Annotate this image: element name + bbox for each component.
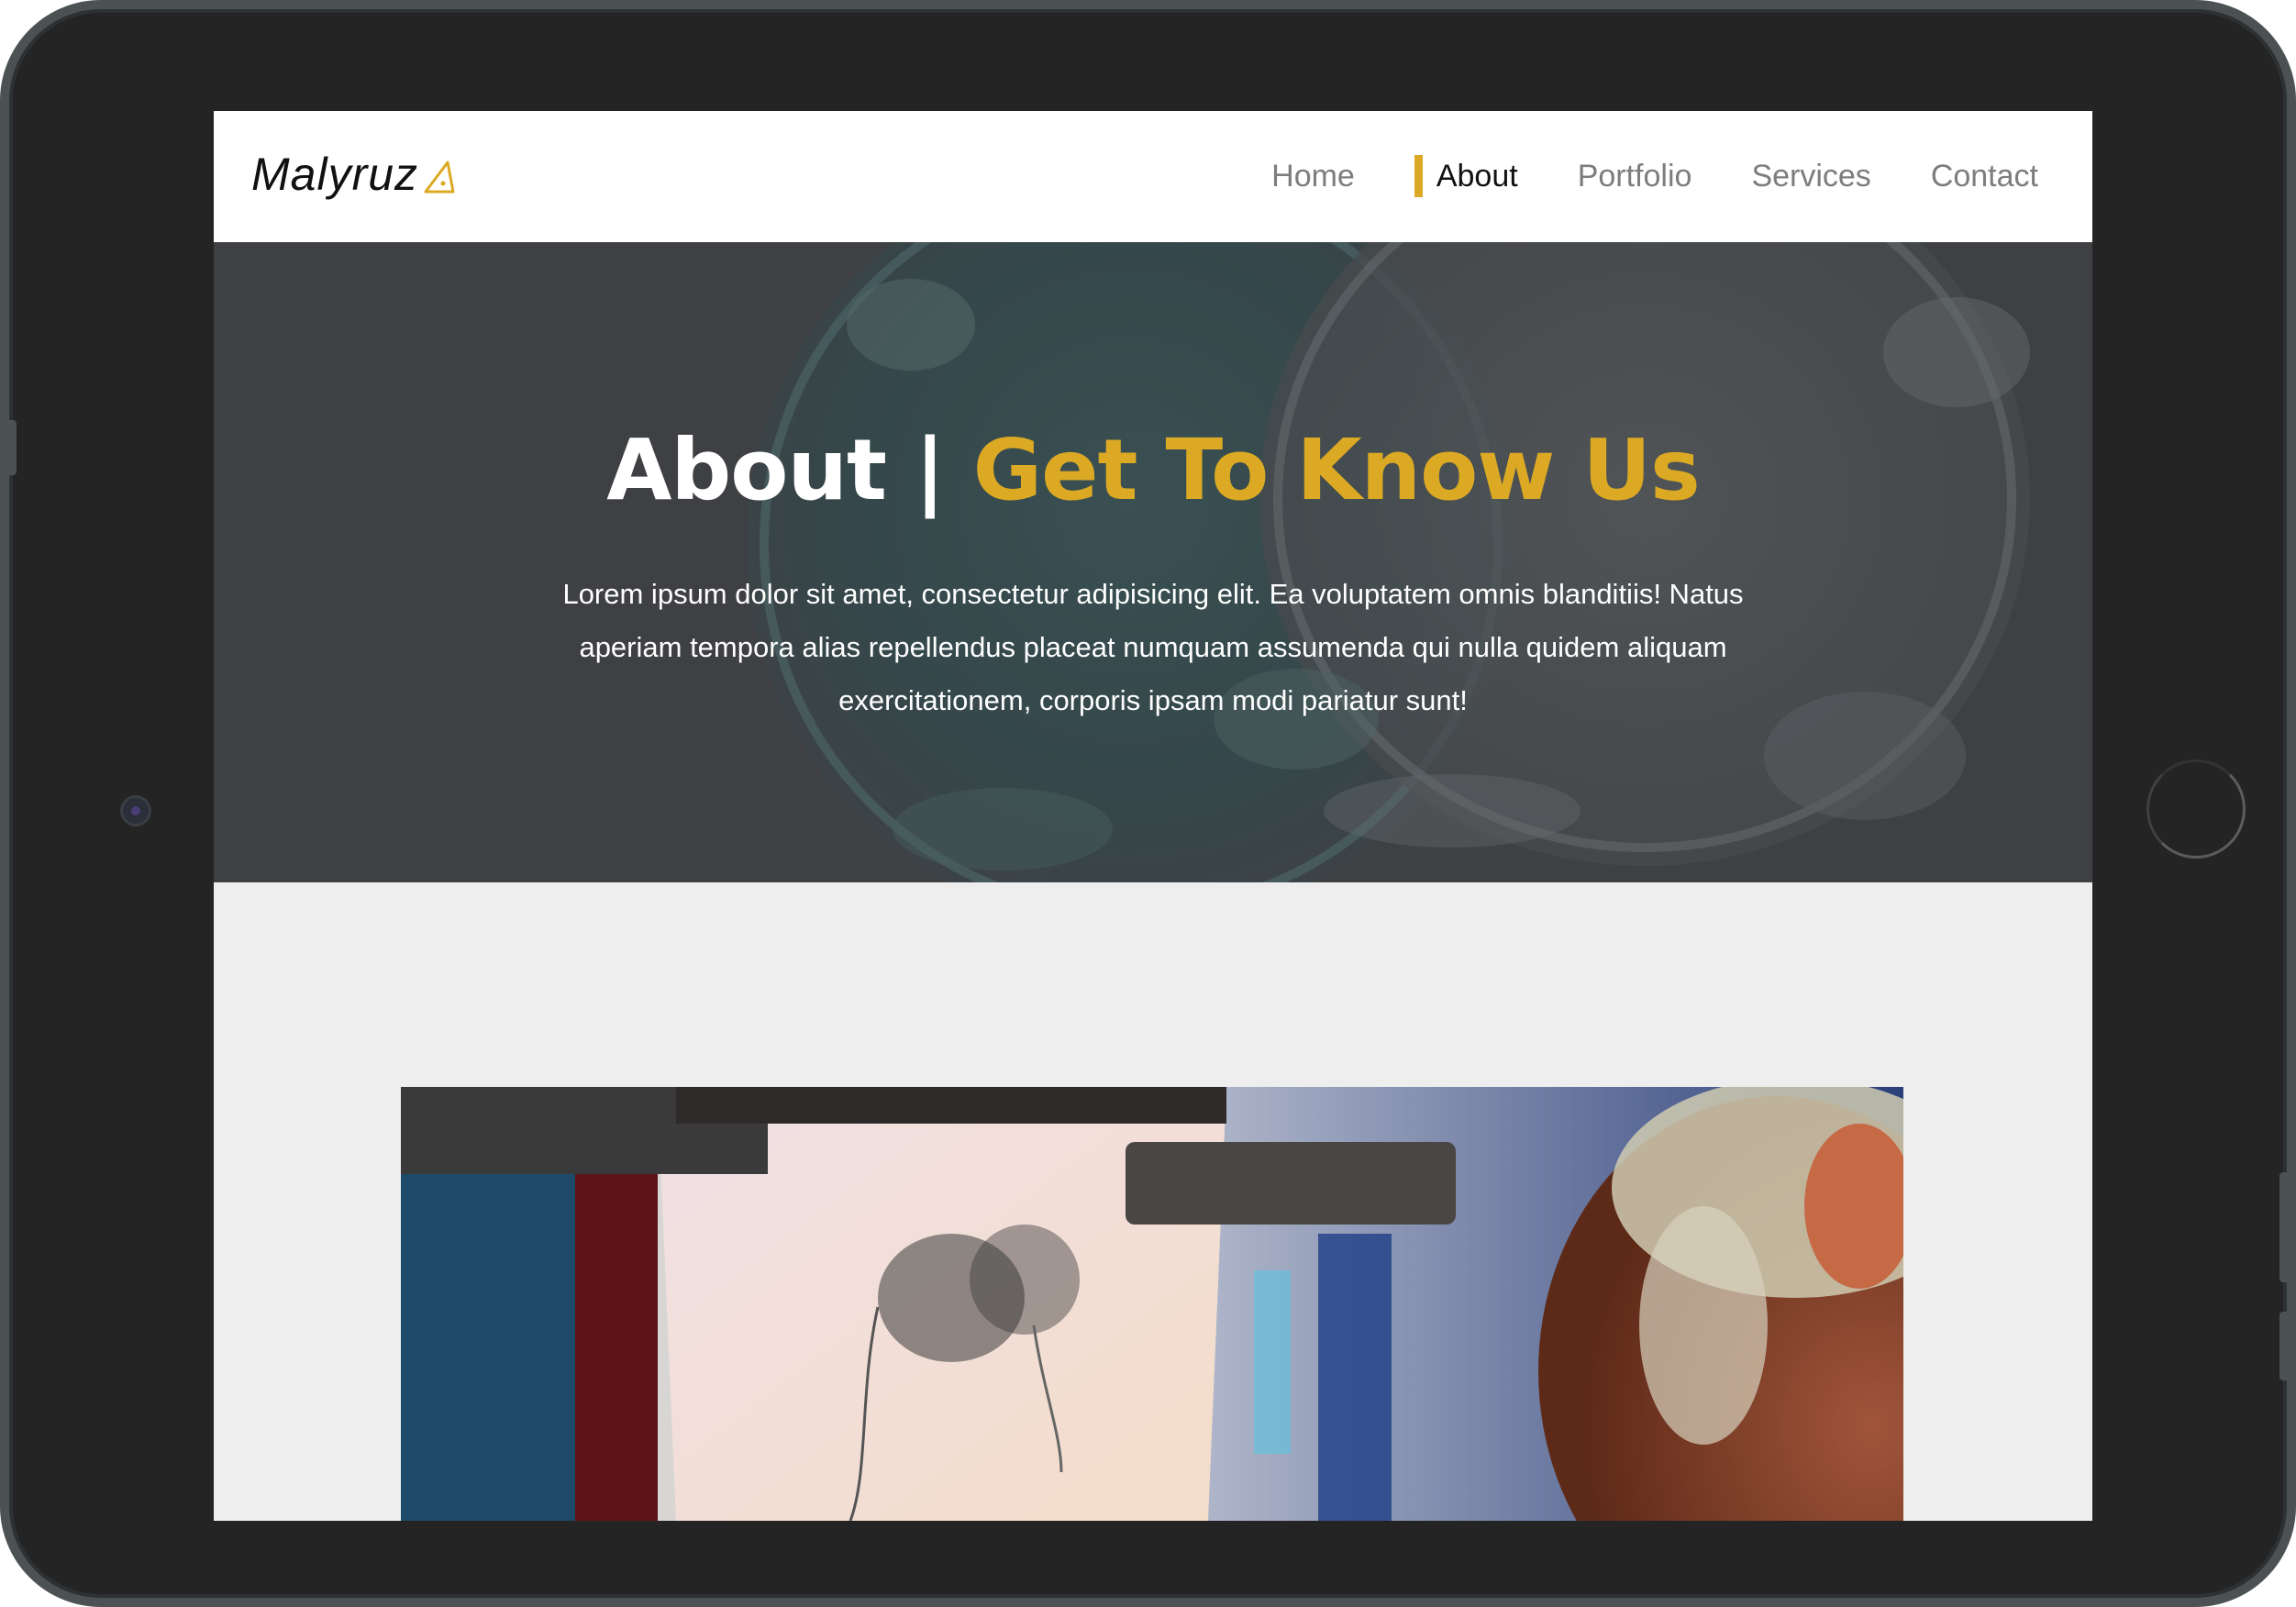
nav-link-services[interactable]: Services <box>1751 159 1870 194</box>
about-photo <box>401 1087 1903 1521</box>
site-logo[interactable]: Malyruz <box>251 148 457 201</box>
hero-title-main: About <box>606 421 887 519</box>
volume-button <box>4 420 17 475</box>
hero-title-accent: Get To Know Us <box>972 421 1701 519</box>
nav-link-home[interactable]: Home <box>1271 159 1355 194</box>
nav-link-about[interactable]: About <box>1414 155 1518 197</box>
web-page: Malyruz Home About Portfolio Services Co… <box>214 111 2092 1521</box>
hero-title: About | Get To Know Us <box>214 421 2092 519</box>
hero-description: Lorem ipsum dolor sit amet, consectetur … <box>562 578 1744 716</box>
side-button <box>2279 1172 2292 1282</box>
hero-overlay <box>214 242 2092 882</box>
nav-menu: Home About Portfolio Services Contact <box>1212 111 2038 242</box>
navbar: Malyruz Home About Portfolio Services Co… <box>214 111 2092 242</box>
side-button-lower <box>2279 1312 2292 1380</box>
front-camera <box>123 798 149 824</box>
logo-text: Malyruz <box>251 149 419 200</box>
triangle-logo-icon <box>424 161 455 194</box>
hero-section: About | Get To Know Us Lorem ipsum dolor… <box>214 242 2092 882</box>
home-button[interactable] <box>2146 759 2246 859</box>
nav-link-contact[interactable]: Contact <box>1931 159 2038 194</box>
artist-drawing-image <box>401 1087 1903 1521</box>
hero-title-separator: | <box>914 421 946 519</box>
tablet-frame: Malyruz Home About Portfolio Services Co… <box>0 0 2296 1607</box>
nav-link-portfolio[interactable]: Portfolio <box>1578 159 1692 194</box>
